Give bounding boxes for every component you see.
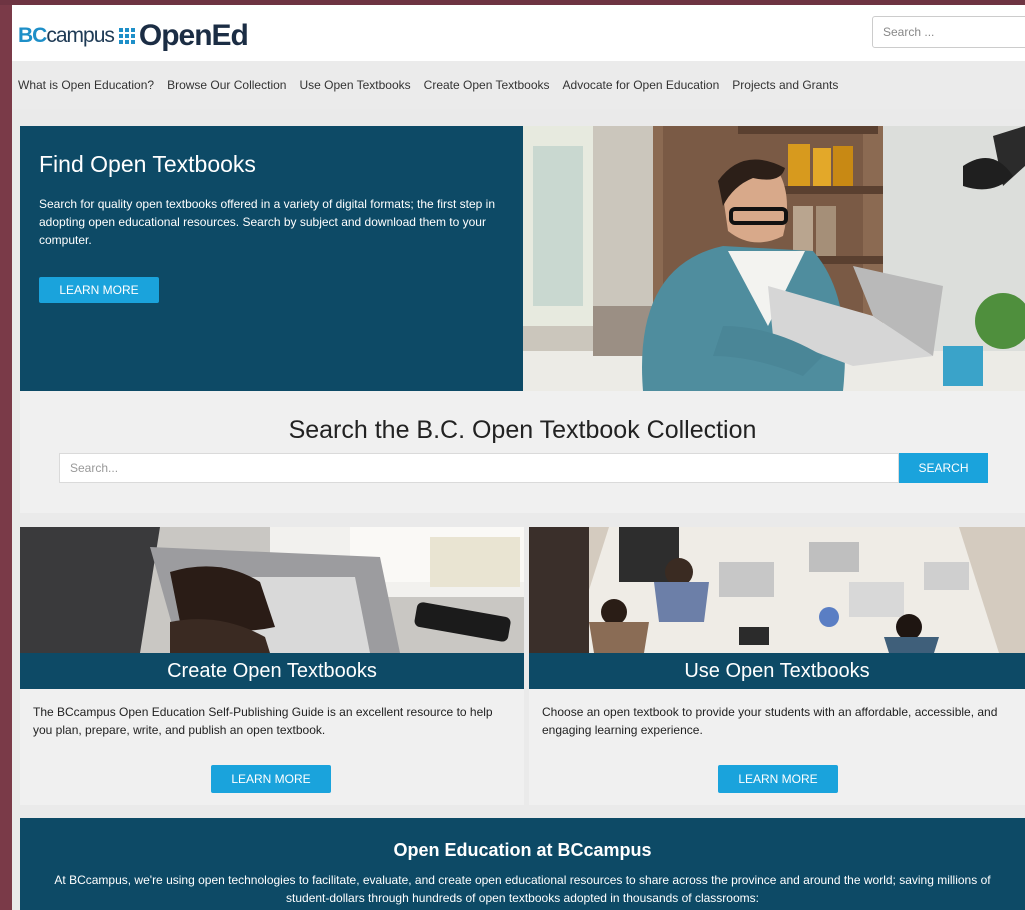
nav-browse-collection[interactable]: Browse Our Collection [167,78,286,92]
hero-illustration [523,126,1025,391]
collection-search-section: Search the B.C. Open Textbook Collection… [20,391,1025,513]
hero-image-man-at-laptop [523,126,1025,391]
hero-panel: Find Open Textbooks Search for quality o… [20,126,523,391]
window-frame-left [0,0,12,910]
main-nav: What is Open Education? Browse Our Colle… [12,61,1025,109]
card-create-title: Create Open Textbooks [20,653,524,689]
card-use-title: Use Open Textbooks [529,653,1025,689]
logo-dots-icon [118,28,135,44]
card-image-typing-laptop [20,527,524,653]
hero-text: Search for quality open textbooks offere… [39,197,496,247]
card-create-learn-more-button[interactable]: LEARN MORE [211,765,331,793]
site-logo[interactable]: BC campus OpenEd [18,19,249,53]
web-page: BC campus OpenEd What is Open Education?… [12,5,1025,910]
nav-advocate-open-education[interactable]: Advocate for Open Education [563,78,720,92]
header-search-input[interactable] [872,16,1025,48]
students-illustration [529,527,1025,653]
open-education-title: Open Education at BCcampus [393,840,652,860]
card-image-students-table [529,527,1025,653]
card-use-learn-more-button[interactable]: LEARN MORE [718,765,838,793]
nav-projects-and-grants[interactable]: Projects and Grants [732,78,838,92]
card-use-text: Choose an open textbook to provide your … [542,705,998,737]
typing-illustration [20,527,524,653]
logo-bc: BC [18,24,47,47]
card-create-text: The BCcampus Open Education Self-Publish… [33,705,493,737]
open-education-section: Open Education at BCcampus At BCcampus, … [20,818,1025,910]
nav-what-is-open-education[interactable]: What is Open Education? [18,78,154,92]
site-header: BC campus OpenEd [12,5,1025,61]
logo-opened: OpenEd [138,19,249,52]
card-create-open-textbooks: Create Open Textbooks The BCcampus Open … [20,527,524,805]
nav-create-open-textbooks[interactable]: Create Open Textbooks [424,78,550,92]
hero-learn-more-button[interactable]: LEARN MORE [39,277,159,303]
logo-campus: campus [46,24,115,47]
collection-search-title: Search the B.C. Open Textbook Collection [288,416,757,444]
card-use-open-textbooks: Use Open Textbooks Choose an open textbo… [529,527,1025,805]
collection-search-input[interactable] [59,453,899,483]
hero-title: Find Open Textbooks [39,151,256,177]
collection-search-button[interactable]: SEARCH [899,453,988,483]
open-education-text: At BCcampus, we're using open technologi… [54,873,991,905]
nav-use-open-textbooks[interactable]: Use Open Textbooks [299,78,410,92]
